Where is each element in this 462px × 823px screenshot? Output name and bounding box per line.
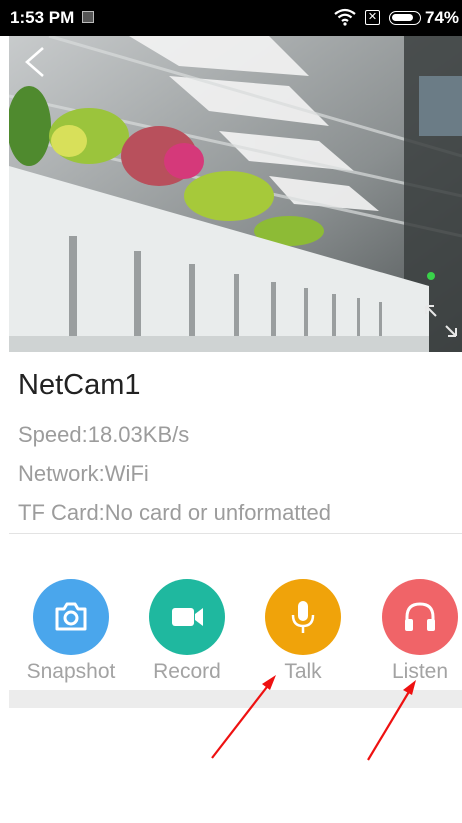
arrow-to-listen xyxy=(367,680,416,761)
annotation-arrows xyxy=(211,675,416,761)
arrow-to-talk xyxy=(211,675,276,759)
